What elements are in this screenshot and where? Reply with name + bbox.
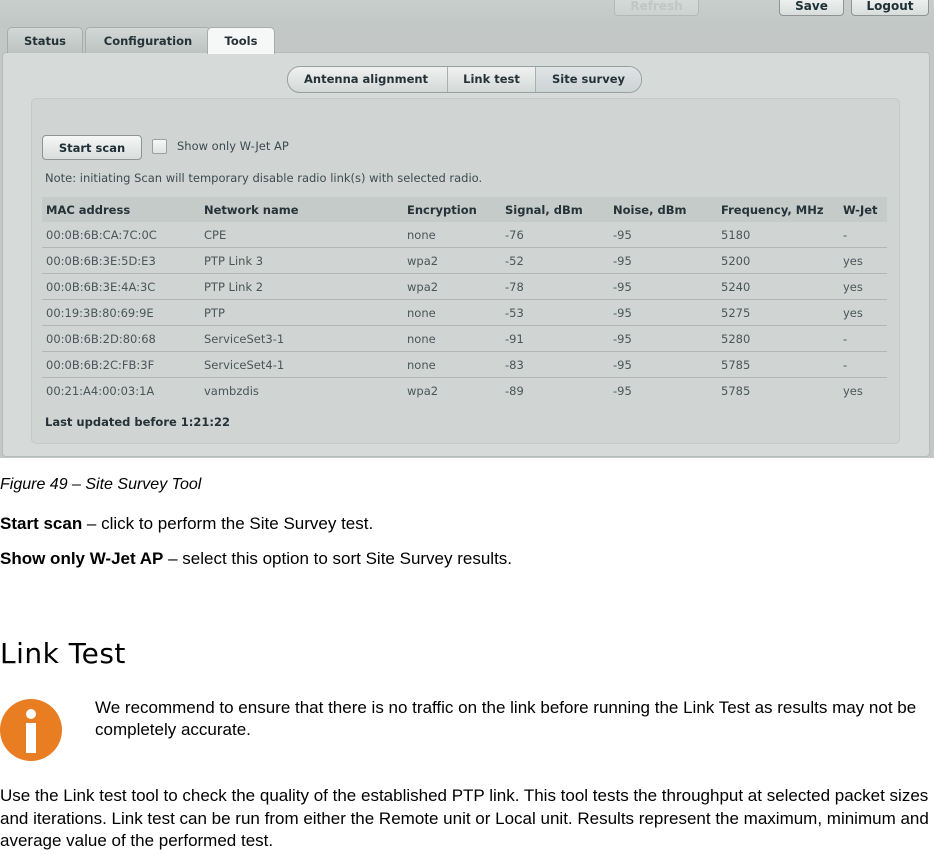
cell-network-name: PTP bbox=[200, 299, 403, 326]
show-only-wjet-checkbox[interactable] bbox=[152, 139, 167, 154]
tab-status[interactable]: Status bbox=[7, 27, 83, 53]
description-show-only-wjet: Show only W-Jet AP – select this option … bbox=[0, 549, 512, 569]
cell-signal: -91 bbox=[501, 325, 609, 352]
term-start-scan: Start scan bbox=[0, 514, 83, 533]
subtab-antenna-alignment[interactable]: Antenna alignment bbox=[288, 67, 448, 92]
cell-network-name: vambzdis bbox=[204, 383, 259, 398]
show-only-wjet-label: Show only W-Jet AP bbox=[177, 139, 289, 153]
cell-mac-address: 00:21:A4:00:03:1A bbox=[46, 383, 155, 398]
figure-caption: Figure 49 – Site Survey Tool bbox=[0, 476, 202, 493]
cell-network-name: PTP Link 3 bbox=[200, 247, 403, 274]
desc-start-scan: – click to perform the Site Survey test. bbox=[82, 514, 374, 533]
description-start-scan: Start scan – click to perform the Site S… bbox=[0, 514, 373, 534]
table-row[interactable]: 00:21:A4:00:03:1A vambzdis wpa2 -89 -95 5785 y… bbox=[42, 378, 887, 404]
cell-encryption: wpa2 bbox=[403, 273, 501, 300]
cell-mac-address: 00:0B:6B:CA:7C:0C bbox=[42, 222, 200, 248]
refresh-button[interactable]: Refresh bbox=[614, 0, 699, 16]
section-heading-link-test: Link Test bbox=[0, 637, 126, 670]
desc-show-only-wjet: – select this option to sort Site Survey… bbox=[163, 549, 513, 568]
cell-mac-address: 00:0B:6B:2C:FB:3F bbox=[42, 351, 200, 378]
cell-noise: -95 bbox=[609, 351, 717, 378]
info-note: We recommend to ensure that there is no … bbox=[95, 698, 917, 739]
table-row[interactable]: 00:0B:6B:3E:5D:E3 PTP Link 3 wpa2 -52 -95 520… bbox=[42, 247, 887, 274]
cell-signal: -83 bbox=[501, 351, 609, 378]
table-header-row: MAC address Network name Encryption Sign… bbox=[42, 197, 887, 222]
table-row[interactable]: 00:0B:6B:2D:80:68 ServiceSet3-1 none -91 -95… bbox=[42, 325, 887, 352]
info-icon bbox=[0, 699, 62, 761]
subtab-link-test[interactable]: Link test bbox=[448, 67, 536, 92]
cell-noise: -95 bbox=[613, 383, 632, 398]
cell-frequency: 5180 bbox=[717, 222, 839, 248]
cell-encryption: wpa2 bbox=[407, 383, 439, 398]
cell-mac-address: 00:19:3B:80:69:9E bbox=[42, 299, 200, 326]
term-show-only-wjet: Show only W-Jet AP bbox=[0, 549, 164, 568]
cell-wjet: - bbox=[839, 222, 887, 248]
cell-encryption: none bbox=[403, 299, 501, 326]
cell-frequency: 5785 bbox=[717, 351, 839, 378]
cell-encryption: none bbox=[403, 351, 501, 378]
info-icon-bar bbox=[26, 723, 36, 753]
cell-frequency: 5785 bbox=[721, 383, 751, 398]
cell-frequency: 5275 bbox=[717, 299, 839, 326]
cell-frequency: 5240 bbox=[717, 273, 839, 300]
header-mac-address[interactable]: MAC address bbox=[42, 197, 200, 222]
cell-noise: -95 bbox=[609, 299, 717, 326]
info-icon-dot bbox=[26, 709, 36, 719]
cell-signal: -52 bbox=[501, 247, 609, 274]
cell-wjet: yes bbox=[839, 273, 887, 300]
cell-noise: -95 bbox=[609, 325, 717, 352]
cell-wjet: yes bbox=[843, 383, 863, 398]
cell-signal: -76 bbox=[501, 222, 609, 248]
header-network-name[interactable]: Network name bbox=[200, 197, 403, 222]
site-survey-screenshot: Refresh Save Logout Status Configuration… bbox=[0, 0, 934, 458]
site-survey-table: MAC address Network name Encryption Sign… bbox=[42, 197, 887, 403]
cell-wjet: - bbox=[839, 325, 887, 352]
tools-subtabs: Antenna alignment Link test Site survey bbox=[287, 66, 642, 93]
header-encryption[interactable]: Encryption bbox=[403, 197, 501, 222]
cell-mac-address: 00:0B:6B:3E:4A:3C bbox=[42, 273, 200, 300]
cell-wjet: yes bbox=[839, 247, 887, 274]
header-frequency[interactable]: Frequency, MHz bbox=[717, 197, 839, 222]
link-test-description: Use the Link test tool to check the qual… bbox=[0, 786, 929, 850]
table-row[interactable]: 00:0B:6B:3E:4A:3C PTP Link 2 wpa2 -78 -95 524… bbox=[42, 273, 887, 300]
subtab-site-survey[interactable]: Site survey bbox=[536, 67, 641, 92]
cell-signal: -53 bbox=[501, 299, 609, 326]
cell-network-name: ServiceSet3-1 bbox=[200, 325, 403, 352]
cell-noise: -95 bbox=[609, 247, 717, 274]
cell-mac-address: 00:0B:6B:3E:5D:E3 bbox=[42, 247, 200, 274]
start-scan-button[interactable]: Start scan bbox=[42, 135, 142, 160]
cell-wjet: yes bbox=[839, 299, 887, 326]
cell-signal: -78 bbox=[501, 273, 609, 300]
last-updated: Last updated before 1:21:22 bbox=[45, 415, 230, 429]
cell-network-name: ServiceSet4-1 bbox=[200, 351, 403, 378]
header-wjet[interactable]: W-Jet bbox=[839, 197, 887, 222]
table-row[interactable]: 00:19:3B:80:69:9E PTP none -53 -95 5275 yes bbox=[42, 299, 887, 326]
table-row[interactable]: 00:0B:6B:CA:7C:0C CPE none -76 -95 5180- bbox=[42, 222, 887, 248]
cell-encryption: none bbox=[403, 325, 501, 352]
cell-network-name: CPE bbox=[200, 222, 403, 248]
header-signal[interactable]: Signal, dBm bbox=[501, 197, 609, 222]
cell-encryption: none bbox=[403, 222, 501, 248]
cell-wjet: - bbox=[839, 351, 887, 378]
cell-signal: -89 bbox=[505, 383, 524, 398]
save-button[interactable]: Save bbox=[779, 0, 844, 16]
cell-noise: -95 bbox=[609, 222, 717, 248]
logout-button[interactable]: Logout bbox=[851, 0, 929, 16]
scan-note: Note: initiating Scan will temporary dis… bbox=[45, 171, 483, 185]
tab-tools[interactable]: Tools bbox=[207, 27, 275, 54]
cell-frequency: 5200 bbox=[717, 247, 839, 274]
table-row[interactable]: 00:0B:6B:2C:FB:3F ServiceSet4-1 none -83 -95… bbox=[42, 351, 887, 378]
cell-encryption: wpa2 bbox=[403, 247, 501, 274]
cell-frequency: 5280 bbox=[717, 325, 839, 352]
cell-mac-address: 00:0B:6B:2D:80:68 bbox=[42, 325, 200, 352]
cell-network-name: PTP Link 2 bbox=[200, 273, 403, 300]
tab-configuration[interactable]: Configuration bbox=[85, 27, 211, 53]
header-noise[interactable]: Noise, dBm bbox=[609, 197, 717, 222]
cell-noise: -95 bbox=[609, 273, 717, 300]
